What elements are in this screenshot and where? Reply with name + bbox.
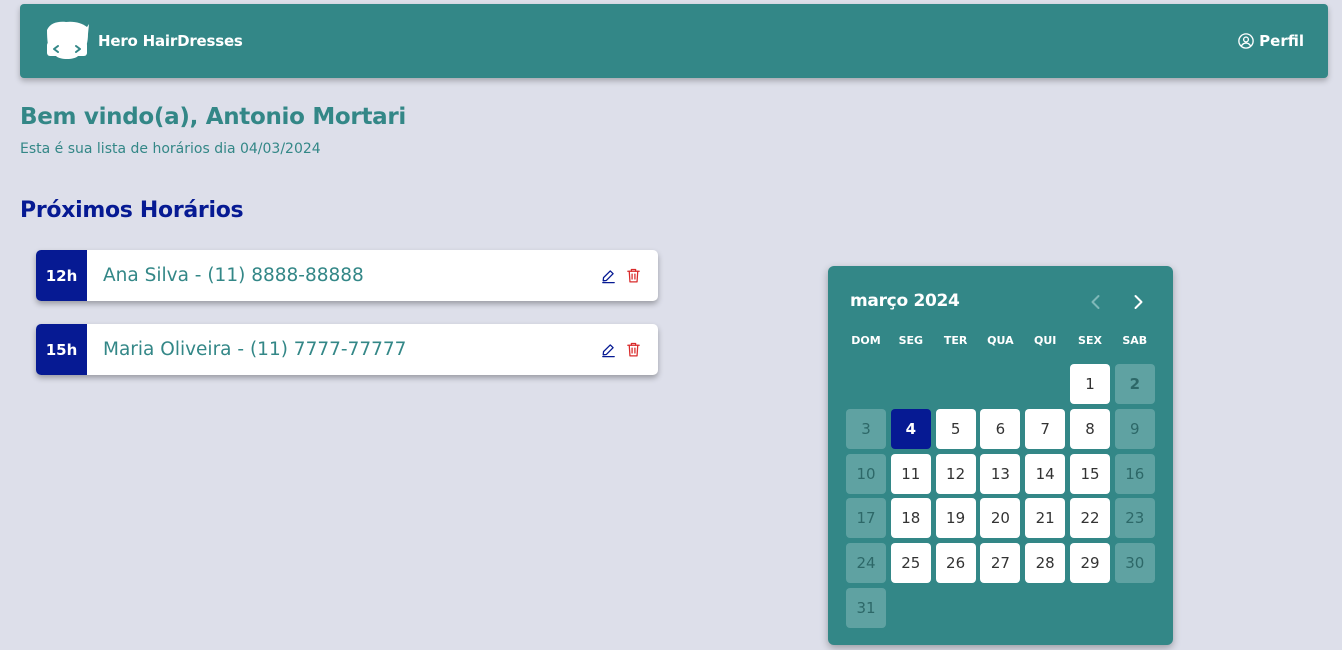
- calendar-day[interactable]: 29: [1070, 543, 1110, 584]
- calendar-weekday-label: SEX: [1078, 334, 1102, 347]
- calendar-day[interactable]: 16: [1114, 453, 1155, 494]
- pencil-icon[interactable]: [600, 267, 617, 284]
- calendar-day[interactable]: 22: [1070, 498, 1110, 539]
- calendar-day[interactable]: 9: [1114, 408, 1155, 449]
- section-title: Próximos Horários: [20, 198, 244, 223]
- calendar-day[interactable]: 15: [1070, 453, 1110, 494]
- trash-icon[interactable]: [625, 341, 642, 358]
- brand[interactable]: Hero HairDresses: [44, 20, 243, 62]
- brand-name: Hero HairDresses: [98, 32, 243, 50]
- calendar-day[interactable]: 11: [890, 453, 931, 494]
- calendar-day[interactable]: 23: [1114, 498, 1155, 539]
- calendar-day[interactable]: 26: [935, 543, 976, 584]
- calendar-day[interactable]: 27: [980, 543, 1021, 584]
- calendar-day[interactable]: 13: [980, 453, 1021, 494]
- calendar-day[interactable]: 25: [890, 543, 931, 584]
- calendar-day-selected[interactable]: 4: [890, 408, 931, 449]
- calendar-day[interactable]: 8: [1070, 408, 1110, 449]
- profile-label: Perfil: [1259, 32, 1304, 50]
- user-circle-icon: [1238, 33, 1254, 49]
- chevron-right-icon: [1134, 295, 1143, 309]
- calendar-weekday-label: DOM: [851, 334, 881, 347]
- appointment-card: 12h Ana Silva - (11) 8888-88888: [36, 250, 658, 301]
- calendar-day[interactable]: 12: [935, 453, 976, 494]
- appointment-card: 15h Maria Oliveira - (11) 7777-77777: [36, 324, 658, 375]
- calendar-day[interactable]: 2: [1114, 364, 1155, 404]
- profile-link[interactable]: Perfil: [1237, 32, 1304, 50]
- calendar-day[interactable]: 14: [1025, 453, 1066, 494]
- calendar: março 2024 DOM SEG TER QUA QUI SEX SAB 1234567…: [828, 266, 1173, 645]
- calendar-day[interactable]: 31: [846, 588, 886, 628]
- welcome-subtitle: Esta é sua lista de horários dia 04/03/2…: [20, 141, 321, 157]
- calendar-prev-button[interactable]: [1086, 292, 1106, 312]
- calendar-day[interactable]: 6: [980, 408, 1021, 449]
- appointment-label: Ana Silva - (11) 8888-88888: [103, 265, 364, 286]
- calendar-weekday-label: TER: [943, 334, 968, 347]
- appointment-time: 15h: [36, 324, 87, 375]
- calendar-day[interactable]: 19: [935, 498, 976, 539]
- calendar-day[interactable]: 5: [935, 408, 976, 449]
- calendar-day[interactable]: 30: [1114, 543, 1155, 584]
- calendar-weekday-label: QUA: [987, 334, 1014, 347]
- calendar-day-grid: 1 2 3 4 5 6 7 8 9 10 11 12 13 14 15 16 17 18 19 20 21 22 23 24 2…: [846, 364, 1158, 630]
- calendar-weekday-header: DOM SEG TER QUA QUI SEX SAB: [846, 334, 1158, 350]
- trash-icon[interactable]: [625, 267, 642, 284]
- calendar-weekday-label: SAB: [1122, 334, 1148, 347]
- calendar-day[interactable]: 7: [1025, 408, 1066, 449]
- hero-mask-logo-icon: [47, 21, 89, 59]
- calendar-day[interactable]: 21: [1025, 498, 1066, 539]
- appointment-actions: [600, 267, 658, 284]
- calendar-day[interactable]: 10: [846, 453, 886, 494]
- appointment-label: Maria Oliveira - (11) 7777-77777: [103, 339, 407, 360]
- calendar-day[interactable]: 3: [846, 408, 886, 449]
- appointment-time: 12h: [36, 250, 87, 301]
- calendar-day[interactable]: 17: [846, 498, 886, 539]
- pencil-icon[interactable]: [600, 341, 617, 358]
- welcome-title: Bem vindo(a), Antonio Mortari: [20, 104, 407, 130]
- appointment-actions: [600, 341, 658, 358]
- calendar-month-label: março 2024: [850, 291, 960, 311]
- calendar-day[interactable]: 24: [846, 543, 886, 584]
- calendar-weekday-label: QUI: [1033, 334, 1057, 347]
- calendar-weekday-label: SEG: [898, 334, 924, 347]
- calendar-day[interactable]: 18: [890, 498, 931, 539]
- calendar-day[interactable]: 20: [980, 498, 1021, 539]
- calendar-day[interactable]: 28: [1025, 543, 1066, 584]
- calendar-day[interactable]: 1: [1070, 364, 1110, 404]
- calendar-next-button[interactable]: [1128, 292, 1148, 312]
- top-navbar: Hero HairDresses Perfil: [20, 4, 1328, 78]
- chevron-left-icon: [1091, 295, 1100, 309]
